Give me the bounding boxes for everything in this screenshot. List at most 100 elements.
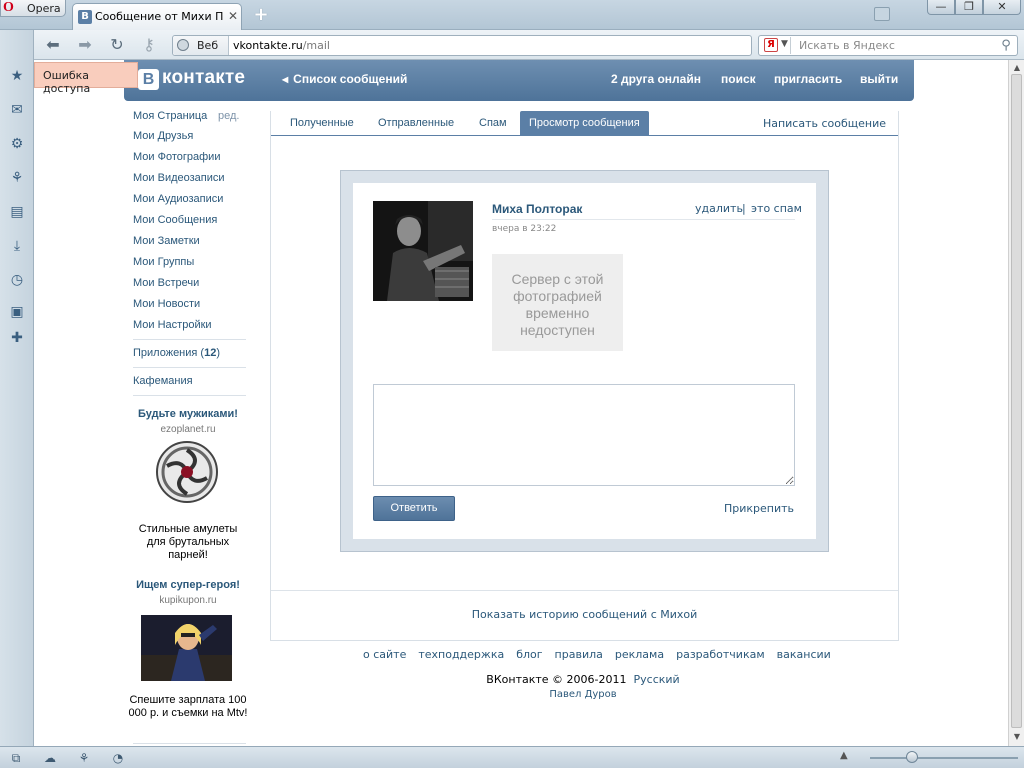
scrollbar-thumb[interactable] [1011,74,1022,728]
edit-page-link[interactable]: ред. [218,110,239,122]
tab-sent[interactable]: Отправленные [369,111,463,135]
logout-link[interactable]: выйти [860,72,898,86]
browser-tab[interactable]: В Сообщение от Михи Пол... ✕ [72,3,242,30]
messages-list-label: Список сообщений [293,72,408,86]
new-tab-icon[interactable]: + [252,6,270,24]
ad-title[interactable]: Ищем супер-героя! [128,579,248,591]
reply-textarea[interactable] [373,384,795,486]
link-separator: | [742,202,746,215]
key-icon[interactable]: ⚷ [138,35,160,55]
panel-toggle-icon[interactable]: ⧉ [7,750,25,766]
photo-unavailable-placeholder: Сервер с этой фотографией временно недос… [492,254,623,351]
delete-message-link[interactable]: удалить [695,202,743,215]
sidebar-item-notes[interactable]: Мои Заметки [133,235,200,247]
author-link[interactable]: Павел Дуров [369,689,797,700]
browser-toolbar: ⬅ ➡ ↻ ⚷ Веб vkontakte.ru/mail Я ▼ Искать… [34,30,1024,60]
footer-link-about[interactable]: о сайте [363,648,406,661]
footer-link-jobs[interactable]: вакансии [777,648,831,661]
ad-domain: kupikupon.ru [159,595,217,606]
search-field[interactable]: Я ▼ Искать в Яндекс ⚲ [758,35,1018,56]
friends-online-link[interactable]: 2 друга онлайн [611,72,701,86]
reload-icon[interactable]: ↻ [106,35,128,55]
sidebar-item-news[interactable]: Мои Новости [133,298,200,310]
write-message-link[interactable]: Написать сообщение [763,117,886,130]
header-search-link[interactable]: поиск [721,72,756,86]
sender-name-link[interactable]: Миха Полторак [492,202,582,216]
sidebar-item-photos[interactable]: Мои Фотографии [133,151,220,163]
invite-link[interactable]: пригласить [774,72,842,86]
sidebar-item-friends[interactable]: Мои Друзья [133,130,193,142]
show-history-link[interactable]: Показать историю сообщений с Михой [271,608,898,621]
tab-inbox[interactable]: Полученные [281,111,363,135]
gear-icon[interactable]: ⚙ [8,135,26,153]
amulet-ad-image[interactable] [155,440,219,504]
tab-view-message[interactable]: Просмотр сообщения [520,111,649,135]
mail-icon[interactable]: ✉ [8,101,26,119]
main-content: Полученные Отправленные Спам Просмотр со… [270,111,899,641]
copyright: ВКонтакте © 2006-2011 Русский [369,673,797,686]
footer-link-ads[interactable]: реклама [615,648,664,661]
opera-menu-label: Opera [27,2,61,15]
superhero-ad-image[interactable] [141,615,232,681]
address-url[interactable]: vkontakte.ru/mail [233,39,330,52]
sidebar-item-apps[interactable]: Приложения (12) [133,347,220,359]
maximize-window-button[interactable]: ❐ [955,0,983,15]
ad-title[interactable]: Будьте мужиками! [128,408,248,420]
avatar[interactable] [373,201,473,301]
apps-count: 12 [204,347,217,359]
sidebar-item-settings[interactable]: Мои Настройки [133,319,212,331]
minimize-window-button[interactable]: — [927,0,955,15]
sidebar-item-videos[interactable]: Мои Видеозаписи [133,172,225,184]
history-divider [271,590,898,591]
sidebar-item-messages[interactable]: Мои Сообщения [133,214,217,226]
search-icon[interactable]: ⚲ [997,38,1015,53]
back-arrow-icon[interactable]: ⬅ [42,35,64,55]
footer-link-support[interactable]: техподдержка [418,648,504,661]
sidebar-item-cafemania[interactable]: Кафемания [133,375,193,387]
vk-logo-text[interactable]: контакте [162,67,245,89]
close-window-button[interactable]: ✕ [983,0,1021,15]
browser-titlebar: O Opera В Сообщение от Михи Пол... ✕ + —… [0,0,1024,30]
mark-spam-link[interactable]: это спам [751,202,802,215]
sidebar-item-events[interactable]: Мои Встречи [133,277,199,289]
notes-icon[interactable]: ▤ [8,203,26,221]
footer-link-developers[interactable]: разработчикам [676,648,765,661]
scroll-down-icon[interactable]: ▼ [1011,732,1023,742]
zoom-slider-knob[interactable] [906,751,918,763]
language-link[interactable]: Русский [634,673,680,686]
share-icon[interactable]: ⚘ [8,169,26,187]
scroll-up-icon[interactable]: ▲ [1011,63,1023,73]
address-bar[interactable]: Веб vkontakte.ru/mail [172,35,752,56]
footer-link-blog[interactable]: блог [516,648,542,661]
close-tab-icon[interactable]: ✕ [227,9,239,23]
zoom-slider[interactable] [870,757,1018,759]
attach-link[interactable]: Прикрепить [724,502,794,515]
message-timestamp: вчера в 23:22 [492,224,557,234]
tab-spam[interactable]: Спам [470,111,516,135]
view-options-icon[interactable]: ▲ [840,750,848,761]
downloads-icon[interactable]: ⤓ [8,237,26,255]
trash-icon[interactable] [874,7,890,21]
address-security-badge[interactable]: Веб [173,36,229,55]
sidebar-item-audio[interactable]: Мои Аудиозаписи [133,193,223,205]
sidebar-item-groups[interactable]: Мои Группы [133,256,194,268]
message-panel: Миха Полторак удалить | это спам вчера в… [353,183,816,539]
history-clock-icon[interactable]: ◷ [8,271,26,289]
sidebar-divider [133,395,246,396]
forward-arrow-icon[interactable]: ➡ [74,35,96,55]
opera-unite-icon[interactable]: ☁ [41,750,59,766]
vk-logo-icon[interactable]: В [138,69,159,90]
search-engine-selector[interactable]: Я ▼ [761,37,791,54]
page-scrollbar[interactable]: ▲ ▼ [1008,60,1024,746]
widgets-icon[interactable]: ▣ [8,303,26,321]
copyright-text: ВКонтакте © 2006-2011 [486,673,627,686]
bookmarks-star-icon[interactable]: ★ [8,67,26,85]
messages-list-link[interactable]: ◀ Список сообщений [282,72,407,86]
opera-link-icon[interactable]: ⚘ [75,750,93,766]
reply-button[interactable]: Ответить [373,496,455,521]
footer-link-rules[interactable]: правила [555,648,603,661]
add-panel-icon[interactable]: ✚ [8,329,26,347]
sidebar-item-my-page[interactable]: Моя Страница [133,110,207,122]
turbo-icon[interactable]: ◔ [109,750,127,766]
opera-menu-button[interactable]: O Opera [0,0,66,17]
